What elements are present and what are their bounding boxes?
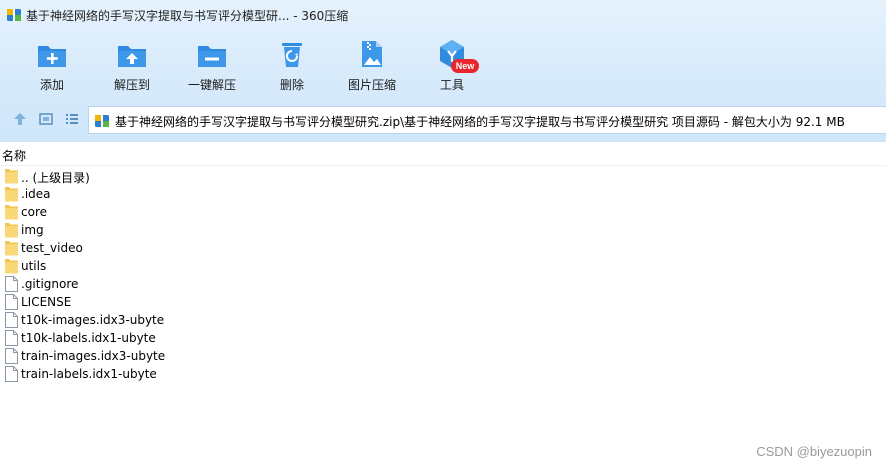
name-column-label: 名称 <box>2 149 27 163</box>
item-name: .. (上级目录) <box>21 171 90 185</box>
image-compress-button[interactable]: 图片压缩 <box>337 38 407 93</box>
item-name: LICENSE <box>21 295 72 309</box>
file-row[interactable]: t10k-labels.idx1-ubyte <box>0 329 886 347</box>
recycle-bin-icon <box>282 43 302 67</box>
item-name: train-images.idx3-ubyte <box>21 349 166 363</box>
up-arrow-icon[interactable] <box>12 111 28 127</box>
item-name: img <box>21 223 44 237</box>
folder-row[interactable]: .. (上级目录) <box>0 167 886 185</box>
file-icon <box>5 276 18 292</box>
item-name: test_video <box>21 241 83 255</box>
one-click-extract-label: 一键解压 <box>187 78 236 92</box>
delete-button[interactable]: 删除 <box>257 38 327 93</box>
title-bar: 基于神经网络的手写汉字提取与书写评分模型研... - 360压缩 <box>0 0 886 30</box>
tools-label: 工具 <box>439 78 464 92</box>
add-button[interactable]: 添加 <box>17 38 87 93</box>
file-row[interactable]: train-images.idx3-ubyte <box>0 347 886 365</box>
file-icon <box>5 366 18 382</box>
360zip-app-icon <box>7 9 21 21</box>
item-name: train-labels.idx1-ubyte <box>21 367 157 381</box>
folder-icon <box>5 205 18 220</box>
item-name: .idea <box>21 187 51 201</box>
address-bar[interactable]: 基于神经网络的手写汉字提取与书写评分模型研究.zip\基于神经网络的手写汉字提取… <box>88 106 886 134</box>
folder-row[interactable]: utils <box>0 257 886 275</box>
archive-icon <box>95 115 109 127</box>
item-name: t10k-labels.idx1-ubyte <box>21 331 156 345</box>
file-row[interactable]: t10k-images.idx3-ubyte <box>0 311 886 329</box>
list-view-icon[interactable] <box>64 111 80 127</box>
file-row[interactable]: .gitignore <box>0 275 886 293</box>
file-icon <box>5 294 18 310</box>
folder-row[interactable]: .idea <box>0 185 886 203</box>
file-row[interactable]: LICENSE <box>0 293 886 311</box>
top-chrome: 基于神经网络的手写汉字提取与书写评分模型研... - 360压缩 添加 解压到 <box>0 0 886 142</box>
item-name: core <box>21 205 47 219</box>
extract-to-folder-icon <box>118 46 146 67</box>
one-click-extract-icon <box>198 46 226 67</box>
folder-row[interactable]: core <box>0 203 886 221</box>
image-compress-icon <box>362 41 382 67</box>
file-icon <box>5 330 18 346</box>
image-compress-label: 图片压缩 <box>347 78 396 92</box>
folder-icon <box>5 187 18 202</box>
window-title: 基于神经网络的手写汉字提取与书写评分模型研... - 360压缩 <box>26 9 349 23</box>
one-click-extract-button[interactable]: 一键解压 <box>177 38 247 93</box>
folder-icon <box>5 169 18 184</box>
file-list: .. (上级目录) .idea core img test_videoutils .git… <box>0 167 886 383</box>
file-icon <box>5 312 18 328</box>
add-label: 添加 <box>39 78 64 92</box>
folder-icon <box>5 241 18 256</box>
item-name: t10k-images.idx3-ubyte <box>21 313 165 327</box>
folder-row[interactable]: test_video <box>0 239 886 257</box>
folder-icon <box>5 223 18 238</box>
toolbar: 添加 解压到 一键解压 删除 图片压缩 工具 New <box>0 30 886 98</box>
folder-icon <box>5 259 18 274</box>
watermark: CSDN @biyezuopin <box>756 444 872 459</box>
item-name: utils <box>21 259 47 273</box>
column-header[interactable]: 名称 <box>0 142 886 166</box>
extract-to-label: 解压到 <box>113 78 150 92</box>
extract-to-button[interactable]: 解压到 <box>97 38 167 93</box>
add-folder-icon <box>38 46 66 67</box>
delete-label: 删除 <box>279 78 304 92</box>
address-path: 基于神经网络的手写汉字提取与书写评分模型研究.zip\基于神经网络的手写汉字提取… <box>115 115 845 129</box>
file-row[interactable]: train-labels.idx1-ubyte <box>0 365 886 383</box>
navigation-bar: 基于神经网络的手写汉字提取与书写评分模型研究.zip\基于神经网络的手写汉字提取… <box>0 104 886 134</box>
thumbnail-view-icon[interactable] <box>38 111 54 127</box>
folder-row[interactable]: img <box>0 221 886 239</box>
file-icon <box>5 348 18 364</box>
new-badge: New <box>451 59 479 73</box>
item-name: .gitignore <box>21 277 79 291</box>
